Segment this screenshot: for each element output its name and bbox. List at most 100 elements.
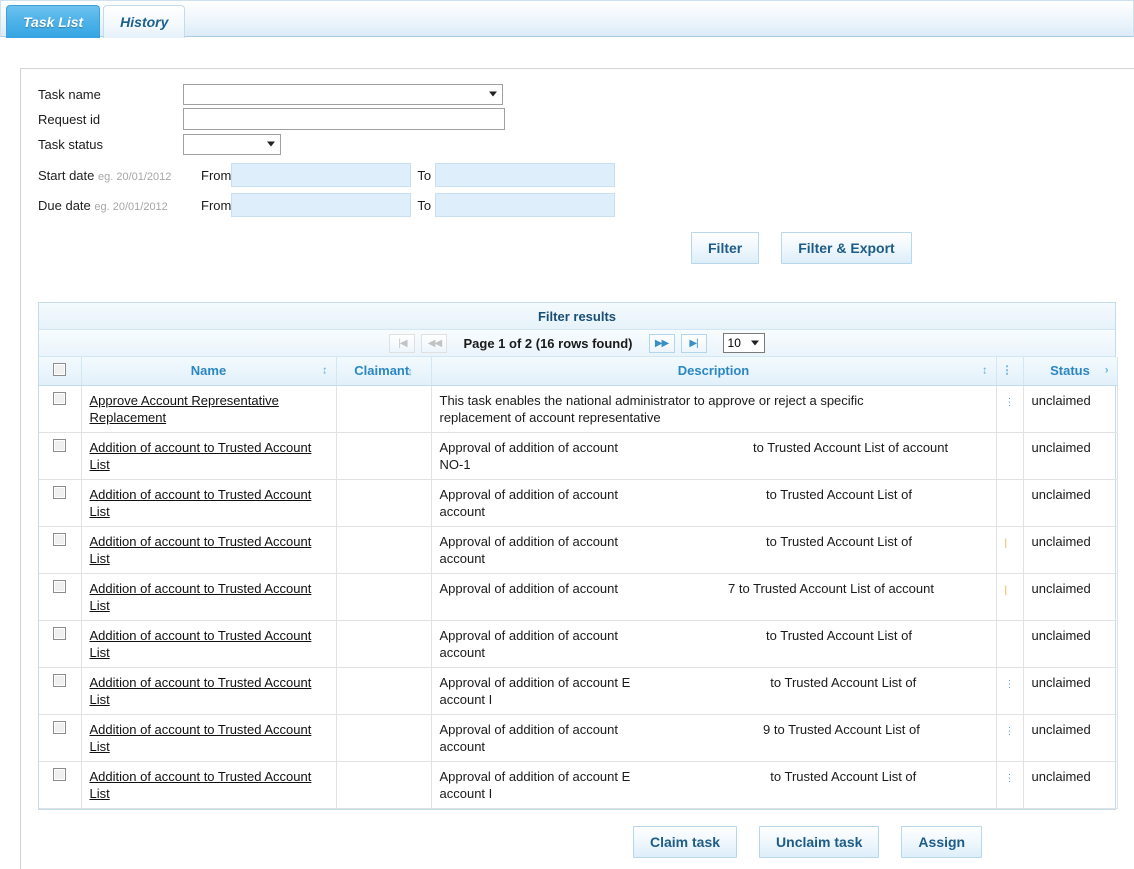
due-date-text: Due date [38,197,91,213]
task-name-link[interactable]: Addition of account to Trusted Account L… [90,722,312,754]
task-name-link[interactable]: Addition of account to Trusted Account L… [90,675,312,707]
row-checkbox[interactable] [53,767,67,781]
header-claimant[interactable]: Claimant↕ [336,357,432,386]
start-from-label: From [201,167,232,183]
row-name-cell: Addition of account to Trusted Account L… [81,761,337,809]
row-select-cell[interactable] [39,385,82,433]
table-row[interactable]: Addition of account to Trusted Account L… [39,667,1118,715]
row-checkbox[interactable] [53,579,67,593]
row-marker-icon: | [1004,537,1008,549]
header-name-label: Name [190,363,227,379]
description-tail: to Trusted Account List of [766,627,912,643]
description-head: Approval of addition of account [439,486,619,502]
task-name-link[interactable]: Addition of account to Trusted Account L… [90,769,312,801]
row-checkbox[interactable] [53,438,67,452]
row-select-cell[interactable] [39,714,82,762]
header-extra-column[interactable]: ⋮ [996,357,1024,386]
row-select-cell[interactable] [39,761,82,809]
pagination-last-button[interactable]: ▶| [680,333,707,353]
pagination-prev-button[interactable]: ◀◀ [421,333,448,353]
task-name-select[interactable] [183,83,503,105]
task-status-select[interactable] [183,133,281,155]
due-date-hint: eg. 20/01/2012 [94,200,168,213]
task-name-link[interactable]: Addition of account to Trusted Account L… [90,487,312,519]
row-marker-icon: ⋮ [1004,725,1015,737]
select-all-checkbox[interactable] [53,362,67,376]
row-checkbox[interactable] [53,391,67,405]
due-date-from-input[interactable] [231,193,412,217]
row-checkbox[interactable] [53,485,67,499]
table-row[interactable]: Addition of account to Trusted Account L… [39,761,1118,809]
sort-icon[interactable]: ↕ [322,365,328,376]
table-row[interactable]: Addition of account to Trusted Account L… [39,526,1118,574]
description-line-1: Approval of addition of account 7 to Trus… [440,580,988,597]
row-name-cell: Addition of account to Trusted Account L… [81,573,337,621]
page-size-select[interactable]: 10 [722,333,765,353]
task-name-link[interactable]: Addition of account to Trusted Account L… [90,581,312,613]
row-marker-icon: | [1004,584,1008,596]
row-select-cell[interactable] [39,432,82,480]
pagination-next-button[interactable]: ▶▶ [648,333,675,353]
header-status[interactable]: Status › [1023,357,1118,386]
description-tail: 9 to Trusted Account List of [763,721,920,737]
row-select-cell[interactable] [39,667,82,715]
row-name-cell: Addition of account to Trusted Account L… [81,479,337,527]
row-claimant-cell [336,667,432,715]
table-row[interactable]: Addition of account to Trusted Account L… [39,479,1118,527]
sort-icon[interactable]: › [1105,365,1109,376]
row-select-cell[interactable] [39,526,82,574]
row-checkbox[interactable] [53,626,67,640]
pagination-first-button[interactable]: |◀ [389,333,416,353]
description-head: Approval of addition of account [439,533,619,549]
description-tail: 7 to Trusted Account List of account [728,580,934,596]
description-line-1: Approval of addition of account to Truste… [440,627,988,644]
row-select-cell[interactable] [39,573,82,621]
header-description[interactable]: Description ↕ [431,357,997,386]
description-tail: to Trusted Account List of [766,533,912,549]
tab-history-label: History [120,14,169,30]
table-row[interactable]: Addition of account to Trusted Account L… [39,432,1118,480]
sort-icon[interactable]: ↕ [407,366,413,378]
filter-export-button[interactable]: Filter & Export [781,232,912,264]
task-name-link[interactable]: Addition of account to Trusted Account L… [90,628,312,660]
row-claimant-cell [336,761,432,809]
assign-button[interactable]: Assign [901,826,983,858]
row-checkbox[interactable] [53,532,67,546]
start-date-to-input[interactable] [435,163,616,187]
table-row[interactable]: Addition of account to Trusted Account L… [39,620,1118,668]
row-checkbox[interactable] [53,673,67,687]
row-checkbox[interactable] [53,720,67,734]
description-line-1: Approval of addition of account to Truste… [440,533,988,550]
task-name-link[interactable]: Approve Account Representative Replaceme… [90,393,279,425]
table-row[interactable]: Addition of account to Trusted Account L… [39,573,1118,621]
request-id-label: Request id [38,111,101,127]
row-marker-icon: ⋮ [1004,396,1015,408]
request-id-input[interactable] [183,108,505,130]
filter-button[interactable]: Filter [691,232,760,264]
tab-task-list[interactable]: Task List [6,5,101,38]
row-select-cell[interactable] [39,479,82,527]
row-name-cell: Addition of account to Trusted Account L… [81,432,337,480]
table-row[interactable]: Approve Account Representative Replaceme… [39,385,1118,433]
start-date-from-input[interactable] [231,163,412,187]
row-description-cell: Approval of addition of account E to Trus… [431,761,997,809]
header-name[interactable]: Name ↕ [81,357,337,386]
row-select-cell[interactable] [39,620,82,668]
table-row[interactable]: Addition of account to Trusted Account L… [39,714,1118,762]
field-row-due-date: Due date eg. 20/01/2012 From To [38,192,616,218]
task-table-head: Name ↕ Claimant↕ Description ↕ ⋮ Status … [39,357,1118,386]
description-line-1: This task enables the national administr… [439,392,864,408]
description-line-2: NO-1 [439,456,471,472]
due-date-to-input[interactable] [435,193,616,217]
field-row-task-status: Task status [38,132,615,156]
unclaim-task-button[interactable]: Unclaim task [759,826,880,858]
description-tail: to Trusted Account List of [770,674,917,690]
sort-icon[interactable]: ⋮ [1002,365,1013,376]
row-status-cell: unclaimed [1023,573,1118,621]
task-name-link[interactable]: Addition of account to Trusted Account L… [90,440,312,472]
sort-icon[interactable]: ↕ [982,365,988,376]
task-name-link[interactable]: Addition of account to Trusted Account L… [90,534,312,566]
claim-task-button[interactable]: Claim task [633,826,738,858]
header-select-all[interactable] [39,357,82,386]
tab-history[interactable]: History [103,5,186,38]
